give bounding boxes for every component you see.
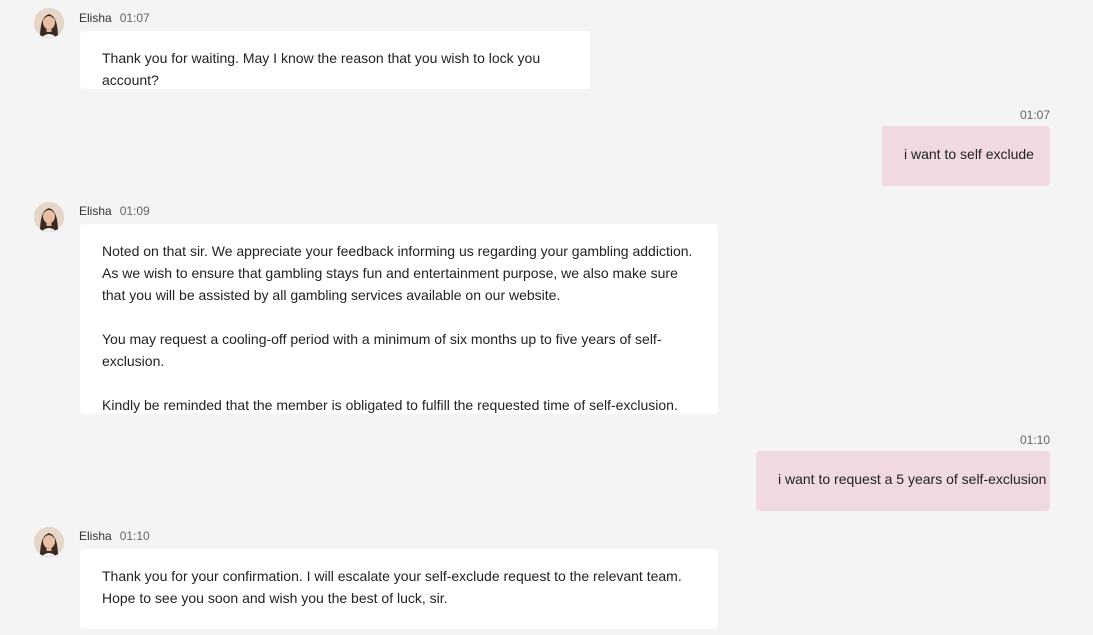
message-text: Thank you for your confirmation. I will …: [102, 568, 682, 606]
user-message-time: 01:07: [1019, 108, 1050, 122]
agent-avatar: [34, 8, 64, 38]
message-time: 01:10: [119, 529, 150, 543]
message-meta: Elisha 01:09: [79, 204, 150, 218]
message-paragraph: Noted on that sir. We appreciate your fe…: [102, 243, 693, 303]
message-time: 01:09: [119, 204, 150, 218]
message-meta: Elisha 01:10: [79, 529, 150, 543]
agent-bubble: Thank you for your confirmation. I will …: [80, 549, 718, 629]
chat-transcript: Elisha 01:07 Thank you for waiting. May I…: [0, 0, 1093, 635]
message-text: i want to request a 5 years of self-excl…: [778, 471, 1047, 487]
message-paragraph: Kindly be reminded that the member is ob…: [102, 397, 678, 413]
agent-avatar: [34, 527, 64, 557]
agent-bubble: Noted on that sir. We appreciate your fe…: [80, 224, 718, 414]
agent-bubble: Thank you for waiting. May I know the re…: [80, 31, 590, 89]
message-time: 01:07: [119, 11, 150, 25]
user-bubble: i want to request a 5 years of self-excl…: [756, 451, 1050, 511]
sender-name: Elisha: [79, 11, 112, 25]
sender-name: Elisha: [79, 204, 112, 218]
message-text: i want to self exclude: [904, 146, 1034, 162]
message-meta: Elisha 01:07: [79, 11, 150, 25]
user-message-time: 01:10: [1019, 433, 1050, 447]
sender-name: Elisha: [79, 529, 112, 543]
agent-avatar: [34, 202, 64, 232]
message-paragraph: You may request a cooling-off period wit…: [102, 331, 662, 369]
user-bubble: i want to self exclude: [882, 126, 1050, 186]
message-text: Thank you for waiting. May I know the re…: [102, 50, 541, 88]
